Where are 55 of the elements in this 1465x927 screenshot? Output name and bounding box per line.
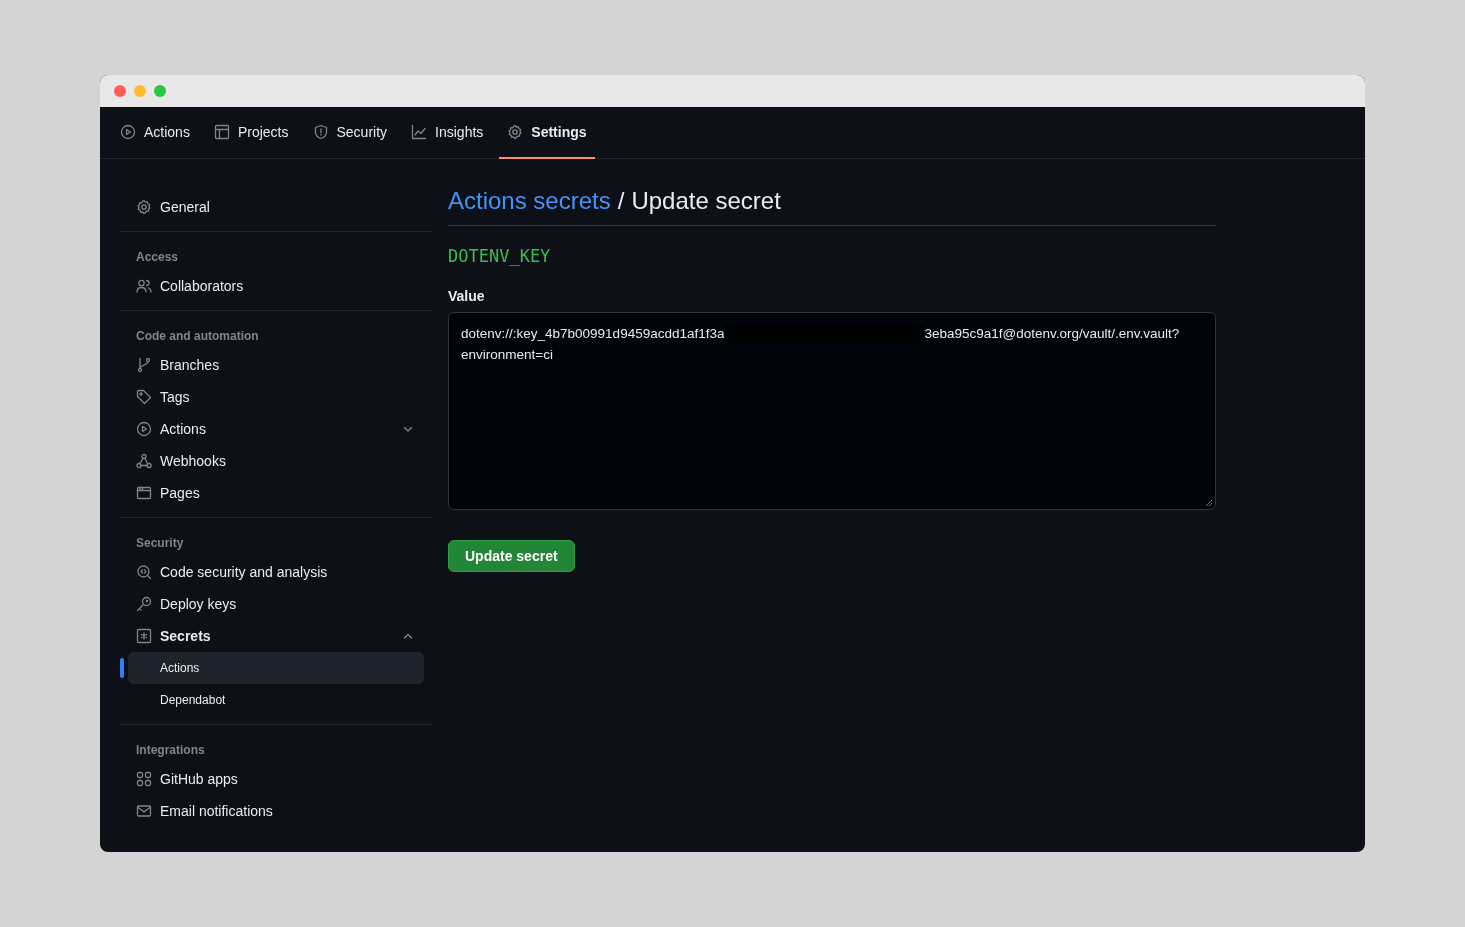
table-icon [213,124,230,140]
update-secret-button[interactable]: Update secret [448,540,575,572]
sidebar-item[interactable]: Tags [120,381,432,413]
settings-icon [136,199,152,215]
sidebar-item[interactable]: Email notifications [120,795,432,827]
sidebar-item[interactable]: Deploy keys [120,588,432,620]
line-graph-icon [411,124,428,140]
sidebar-item[interactable]: Branches [120,349,432,381]
sidebar-item[interactable]: General [120,191,432,223]
value-text: 3eba95c9a1f@dotenv.org/vault/.env.vault? [924,326,1180,341]
people-icon [136,278,152,294]
sidebar-item[interactable]: Code security and analysis [120,556,432,588]
field-label: Value [448,288,486,304]
sidebar-section-heading: Integrations [135,742,206,759]
page-title: Update secret [631,187,781,215]
repository-tab[interactable]: Projects [205,107,297,159]
repository-tab[interactable]: Actions [112,107,198,159]
sidebar-section-heading: Code and automation [135,328,260,345]
sidebar-subitem[interactable]: Actions [128,652,424,684]
shield-icon [312,124,329,140]
value-text: environment=ci [461,347,553,362]
browser-window-icon [136,485,152,501]
magnifier-code-icon [136,564,152,580]
close-window-button[interactable] [114,85,126,97]
sidebar-item[interactable]: Collaborators [120,270,432,302]
sidebar-item[interactable]: Webhooks [120,445,432,477]
sidebar-item[interactable]: Pages [120,477,432,509]
key-icon [136,596,152,612]
value-text: dotenv://:key_4b7b00991d9459acdd1af1f3a [461,326,725,341]
play-icon [120,124,136,140]
sidebar-item[interactable]: GitHub apps [120,763,432,795]
asterisk-box-icon [136,628,152,644]
secret-value-field[interactable]: dotenv://:key_4b7b00991d9459acdd1af1f3a 3eba95c9a1f@dotenv.org/vault/.env.vault? environment=ci [448,312,1216,510]
breadcrumb-link[interactable]: Actions secrets [448,187,611,215]
mail-icon [136,803,152,819]
play-icon [136,421,152,437]
sidebar-subitem[interactable]: Dependabot [128,684,424,716]
sidebar-section-heading: Access [135,249,180,266]
resize-handle-icon[interactable] [1205,499,1213,507]
minimize-window-button[interactable] [134,85,146,97]
branch-icon [136,357,152,373]
breadcrumb-separator: / [617,187,625,215]
sidebar-section-heading: Security [135,535,185,552]
selection-indicator [120,658,124,678]
maximize-window-button[interactable] [154,85,166,97]
sidebar-item[interactable]: Actions [120,413,432,445]
settings-icon [507,124,524,140]
repository-tab[interactable]: Settings [499,107,595,159]
webhook-icon [136,453,152,469]
tag-icon [136,389,152,405]
repository-tab[interactable]: Security [304,107,396,159]
secret-name: DOTENV_KEY [448,246,552,266]
repository-tab[interactable]: Insights [403,107,492,159]
sidebar-item[interactable]: Secrets [120,620,432,652]
grid-icon [136,771,152,787]
